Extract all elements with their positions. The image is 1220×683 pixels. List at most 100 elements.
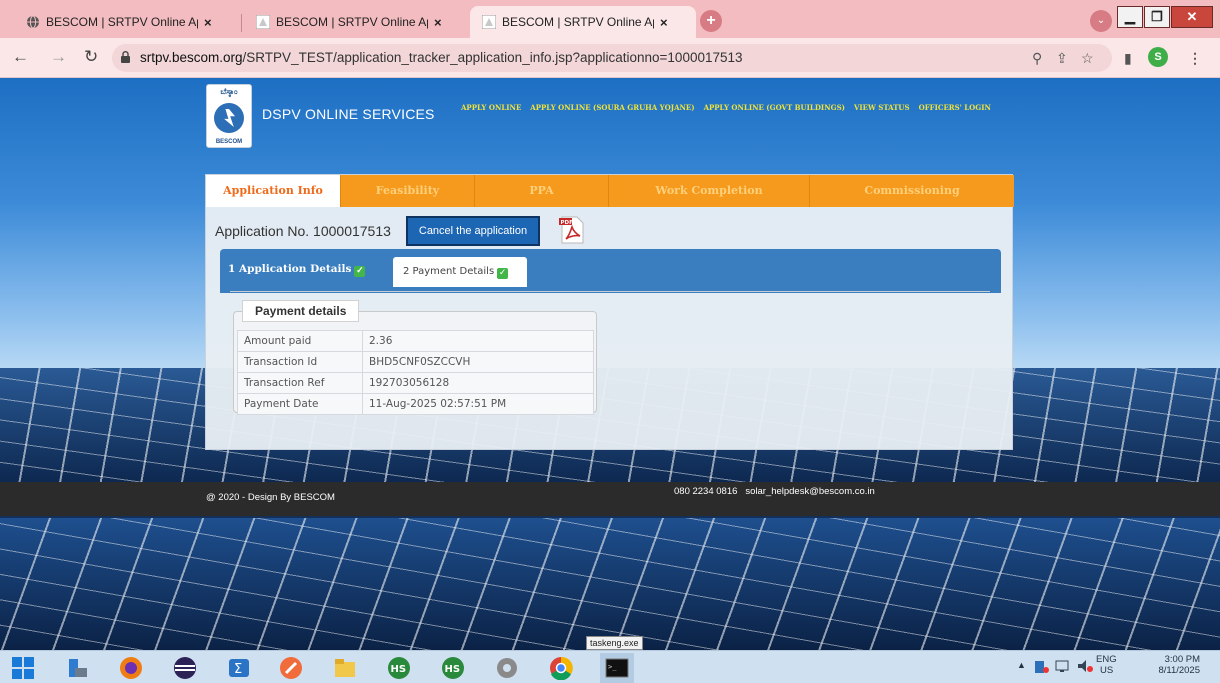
tab-close-icon[interactable]: × [660,15,668,30]
taskbar-hs-app-1[interactable]: HS [382,653,416,683]
tray-network-icon[interactable] [1055,658,1071,677]
payment-date-value: 11-Aug-2025 02:57:51 PM [362,393,594,415]
taskbar-settings[interactable] [490,653,524,683]
share-icon[interactable]: ⇪ [1056,50,1068,67]
nav-officers-login[interactable]: OFFICERS' LOGIN [919,103,991,112]
hs-app-icon: HS [442,657,464,679]
svg-text:HS: HS [445,664,461,675]
clock[interactable]: 3:00 PM 8/11/2025 [1150,654,1200,676]
tab-label: 2 Payment Details [403,266,495,277]
browser-toolbar: ← → ↻ srtpv.bescom.org/SRTPV_TEST/applic… [0,38,1220,78]
payment-legend: Payment details [242,300,360,322]
url-path: /SRTPV_TEST/application_tracker_applicat… [242,50,743,65]
tab-close-icon[interactable]: × [204,15,212,30]
footer-bar [0,482,1220,516]
nav-apply-online-soura-gruha-yojane[interactable]: APPLY ONLINE (SOURA GRUHA YOJANE) [530,103,694,112]
lang-code: ENG [1096,654,1117,665]
folder-icon [335,659,355,677]
logo-text: BESCOM [215,139,243,145]
bescom-favicon-icon [256,15,270,29]
tab-label: 1 Application Details [228,263,352,275]
application-number: Application No. 1000017513 [215,223,391,239]
globe-icon [26,15,40,29]
tab-title: BESCOM | SRTPV Online Applicat [46,15,198,29]
tray-volume-icon[interactable] [1077,658,1093,677]
check-icon: ✓ [497,268,509,279]
pdf-download-icon[interactable]: PDF [558,215,586,245]
bescom-logo[interactable]: ಬೆಸ್ಕಾಂ BESCOM [206,84,252,148]
taskbar-tooltip: taskeng.exe [586,636,643,650]
terminal-icon: >_ [605,658,629,678]
tab-title: BESCOM | SRTPV Online Applicat [502,15,654,29]
check-icon: ✓ [354,266,366,277]
progress-steps: Application Info Feasibility PPA Work Co… [206,175,1014,207]
taskbar-hs-app-2[interactable]: HS [436,653,470,683]
table-row: Transaction Id BHD5CNF0SZCCVH [237,351,594,373]
solar-panel-background-lower [0,518,1220,650]
application-card: Application Info Feasibility PPA Work Co… [205,174,1014,450]
tab-application-details[interactable]: 1 Application Details ✓ [228,263,366,277]
back-arrow-icon[interactable]: ← [12,47,29,67]
clock-date: 8/11/2025 [1158,665,1200,676]
eclipse-icon [174,657,196,679]
tab-search-button[interactable]: ⌄ [1090,10,1112,32]
side-panel-icon[interactable]: ▮ [1124,50,1132,67]
nav-view-status[interactable]: VIEW STATUS [854,103,910,112]
reload-icon[interactable]: ↻ [84,47,98,67]
maximize-button[interactable]: ❐ [1144,6,1170,28]
browser-tab-3-active[interactable]: BESCOM | SRTPV Online Applicat × [470,6,696,38]
taskbar-file-explorer[interactable] [328,653,362,683]
tab-title: BESCOM | SRTPV Online Applicat [276,15,428,29]
taskbar-postman[interactable] [274,653,308,683]
step-ppa[interactable]: PPA [475,175,609,207]
language-indicator[interactable]: ENG US [1096,654,1117,676]
new-tab-button[interactable]: + [700,10,722,32]
chrome-icon [550,656,573,680]
table-row: Payment Date 11-Aug-2025 02:57:51 PM [237,393,594,415]
taskbar-firefox[interactable] [114,653,148,683]
cancel-application-button[interactable]: Cancel the application [406,216,540,246]
browser-tab-1[interactable]: BESCOM | SRTPV Online Applicat × [14,6,240,38]
tray-overflow-icon[interactable]: ▲ [1017,660,1026,670]
page-viewport: ಬೆಸ್ಕಾಂ BESCOM DSPV ONLINE SERVICES APPL… [0,78,1220,650]
step-feasibility[interactable]: Feasibility [341,175,475,207]
footer-contact[interactable]: 080 2234 0816 solar_helpdesk@bescom.co.i… [674,486,875,497]
zoom-icon[interactable]: ⚲ [1032,50,1042,67]
browser-tab-strip: BESCOM | SRTPV Online Applicat × BESCOM … [0,0,1220,38]
transaction-id-value: BHD5CNF0SZCCVH [362,351,594,373]
tray-app-icon[interactable] [1035,658,1049,677]
step-commissioning[interactable]: Commissioning [810,175,1014,207]
browser-tab-2[interactable]: BESCOM | SRTPV Online Applicat × [244,6,470,38]
taskbar-eclipse[interactable] [168,653,202,683]
taskbar-chrome[interactable] [544,653,578,683]
step-work-completion[interactable]: Work Completion [609,175,810,207]
step-application-info[interactable]: Application Info [206,175,341,207]
lock-icon [121,51,130,63]
menu-kebab-icon[interactable]: ⋮ [1188,50,1202,67]
tab-close-icon[interactable]: × [434,15,442,30]
taskbar-command-prompt[interactable]: >_ [600,653,634,683]
payment-table: Amount paid 2.36 Transaction Id BHD5CNF0SZ… [237,330,594,415]
sigma-app-icon: Σ [229,659,249,677]
table-row: Amount paid 2.36 [237,330,594,352]
nav-apply-online-govt-buildings[interactable]: APPLY ONLINE (GOVT BUILDINGS) [704,103,845,112]
start-button[interactable] [6,653,40,683]
forward-arrow-icon[interactable]: → [50,47,67,67]
server-manager-icon [69,659,87,677]
close-window-button[interactable]: ✕ [1171,6,1213,28]
postman-icon [280,657,302,679]
taskbar-server-manager[interactable] [60,653,94,683]
taskbar-powershell[interactable]: Σ [222,653,256,683]
bookmark-star-icon[interactable]: ☆ [1081,50,1094,67]
transaction-ref-value: 192703056128 [362,372,594,394]
windows-logo-icon [12,657,34,679]
logo-emblem-icon [214,103,244,133]
tab-payment-details[interactable]: 2 Payment Details ✓ [393,257,527,287]
address-bar[interactable]: srtpv.bescom.org/SRTPV_TEST/application_… [112,44,1112,72]
profile-avatar[interactable]: S [1148,47,1168,67]
nav-apply-online[interactable]: APPLY ONLINE [461,103,521,112]
transaction-ref-label: Transaction Ref [237,372,363,394]
svg-text:PDF: PDF [561,220,574,226]
minimize-button[interactable]: ▁ [1117,6,1143,28]
transaction-id-label: Transaction Id [237,351,363,373]
